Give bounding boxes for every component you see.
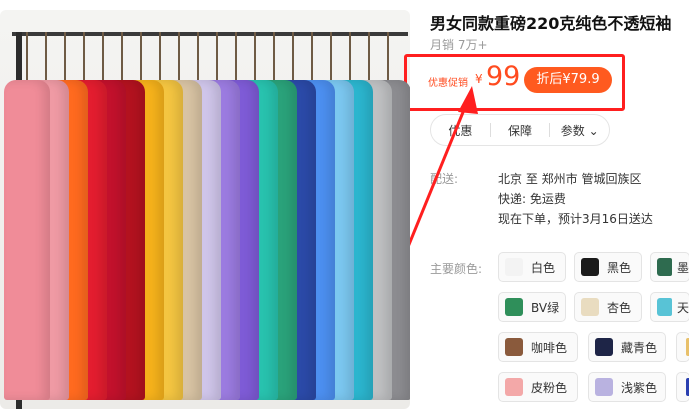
color-option[interactable]: 杏色 <box>574 292 642 322</box>
chevron-down-icon: ⌄ <box>588 123 599 138</box>
color-option-label: 浅紫色 <box>621 380 658 395</box>
hanger-hook <box>102 32 104 80</box>
tshirt-icon <box>505 378 523 396</box>
color-option[interactable] <box>676 372 689 402</box>
hanger-hook <box>197 32 199 80</box>
tshirt-icon <box>581 298 599 316</box>
color-option[interactable]: 藏青色 <box>588 332 666 362</box>
tshirt-icon <box>595 338 613 356</box>
hanger-hook <box>140 32 142 80</box>
tshirt-icon <box>505 298 523 316</box>
color-option-label: 杏色 <box>607 300 632 315</box>
color-option[interactable]: BV绿 <box>498 292 566 322</box>
product-title: 男女同款重磅220克纯色不透短袖 <box>430 14 672 33</box>
color-option-label: BV绿 <box>531 300 560 315</box>
color-option-label: 黑色 <box>607 260 632 275</box>
tshirt-icon <box>657 258 672 276</box>
tshirt <box>4 80 50 400</box>
color-option[interactable]: 皮粉色 <box>498 372 578 402</box>
color-option[interactable] <box>676 332 689 362</box>
color-option[interactable]: 黑色 <box>574 252 642 282</box>
tshirt-icon <box>505 338 523 356</box>
color-option-label: 墨 <box>676 260 689 275</box>
hanger-hook <box>178 32 180 80</box>
color-option[interactable]: 咖啡色 <box>498 332 578 362</box>
color-option-label: 白色 <box>531 260 556 275</box>
hanger-hook <box>349 32 351 80</box>
hanger-hook <box>45 32 47 80</box>
hanger-hook <box>292 32 294 80</box>
price-highlight-box <box>404 54 625 111</box>
hanger-hook <box>330 32 332 80</box>
product-image[interactable] <box>0 10 410 409</box>
hanger-hook <box>387 32 389 80</box>
tab-discount[interactable]: 优惠 <box>431 122 490 139</box>
color-option-label: 咖啡色 <box>531 340 568 355</box>
hanger-hook <box>254 32 256 80</box>
hanger-hook <box>159 32 161 80</box>
hanger-hook <box>273 32 275 80</box>
shipping-route[interactable]: 北京 至 郑州市 管城回族区 <box>498 170 641 187</box>
hanger-hook <box>311 32 313 80</box>
shipping-fee: 快递: 免运费 <box>498 192 566 206</box>
tab-params[interactable]: 参数 ⌄ <box>550 122 609 139</box>
tshirt-icon <box>595 378 613 396</box>
color-option[interactable]: 浅紫色 <box>588 372 666 402</box>
hanger-hook <box>26 32 28 80</box>
color-option-label: 天 <box>676 300 689 315</box>
tshirt-icon <box>657 298 672 316</box>
color-option[interactable]: 白色 <box>498 252 566 282</box>
hanger-hook <box>64 32 66 80</box>
tshirt-icon <box>505 258 523 276</box>
hanger-hook <box>235 32 237 80</box>
hanger-hook <box>216 32 218 80</box>
color-option[interactable]: 天 <box>650 292 689 322</box>
hanger-hook <box>83 32 85 80</box>
tab-params-label: 参数 <box>560 123 585 138</box>
delivery-eta: 现在下单，预计3月16日送达 <box>498 212 653 226</box>
hanger-hook <box>121 32 123 80</box>
hanger-hook <box>368 32 370 80</box>
color-option-label: 皮粉色 <box>531 380 568 395</box>
tshirt-icon <box>581 258 599 276</box>
color-option-label: 藏青色 <box>621 340 658 355</box>
colors-label: 主要颜色: <box>430 262 483 276</box>
color-option[interactable]: 墨 <box>650 252 689 282</box>
info-tabs: 优惠 保障 参数 ⌄ <box>430 114 610 146</box>
shipping-label: 配送: <box>430 172 459 186</box>
monthly-sales: 月销 7万+ <box>430 38 488 52</box>
tab-guarantee[interactable]: 保障 <box>491 122 550 139</box>
